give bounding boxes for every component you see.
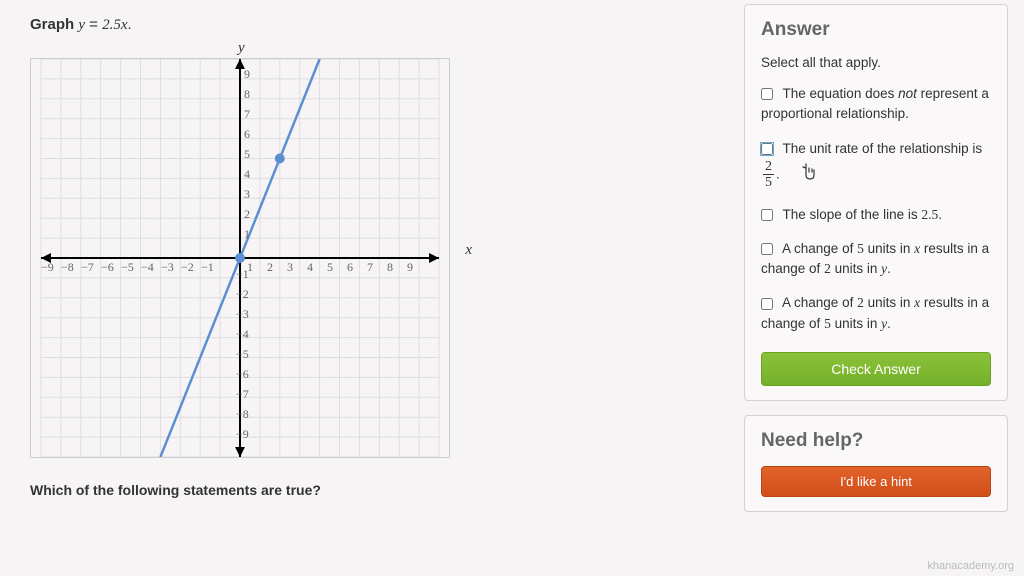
check-answer-button[interactable]: Check Answer (761, 352, 991, 386)
x-axis-label: x (465, 242, 472, 259)
fraction-two-fifths: 25 (763, 159, 774, 191)
graph: y x (30, 42, 450, 462)
option-4-checkbox[interactable] (761, 243, 773, 255)
option-2: The unit rate of the relationship is 25. (761, 139, 991, 191)
help-title: Need help? (761, 430, 991, 452)
answer-instruction: Select all that apply. (761, 55, 991, 70)
option-5: A change of 2 units in x results in a ch… (761, 293, 991, 334)
question-prefix: Graph (30, 16, 78, 33)
watermark: khanacademy.org (927, 560, 1014, 572)
answer-title: Answer (761, 19, 991, 41)
option-3-checkbox[interactable] (761, 209, 773, 221)
cursor-icon (801, 163, 817, 187)
question-title: Graph y = 2.5x. (30, 16, 714, 34)
option-4: A change of 5 units in x results in a ch… (761, 239, 991, 280)
y-axis-label: y (238, 40, 245, 57)
question-panel: Graph y = 2.5x. y x (0, 0, 744, 576)
question-prompt: Which of the following statements are tr… (30, 482, 714, 498)
option-1-checkbox[interactable] (761, 88, 773, 100)
help-panel: Need help? I'd like a hint (744, 415, 1008, 512)
right-panel: Answer Select all that apply. The equati… (744, 0, 1024, 576)
option-2-checkbox[interactable] (761, 143, 773, 155)
answer-panel: Answer Select all that apply. The equati… (744, 4, 1008, 401)
option-3: The slope of the line is 2.5. (761, 205, 991, 225)
equation-rhs: 2.5x (102, 17, 127, 33)
option-5-checkbox[interactable] (761, 298, 773, 310)
equation-lhs: y (78, 17, 85, 33)
hint-button[interactable]: I'd like a hint (761, 466, 991, 497)
option-1: The equation does not represent a propor… (761, 84, 991, 125)
